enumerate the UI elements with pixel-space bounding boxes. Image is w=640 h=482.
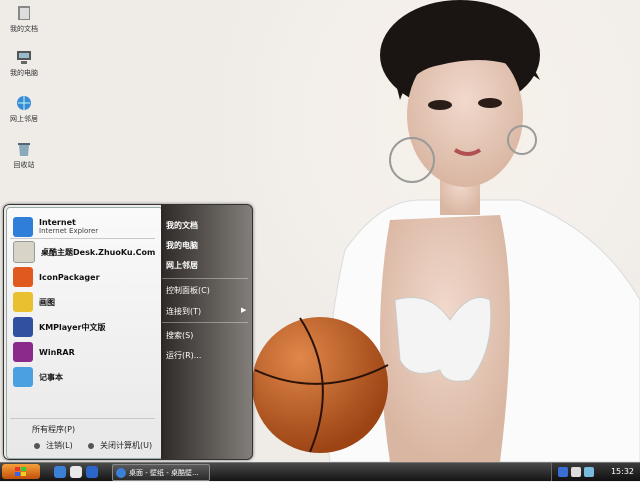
tray-app-icon[interactable] — [584, 467, 594, 477]
program-notepad[interactable]: 记事本 — [13, 366, 63, 388]
quicklaunch-media-icon[interactable] — [86, 466, 98, 478]
ie-icon — [116, 467, 126, 478]
program-paint[interactable]: 画图 — [13, 291, 55, 313]
desktop-icon-label: 我的电脑 — [10, 69, 38, 77]
program-label: IconPackager — [39, 272, 100, 282]
places-run[interactable]: 运行(R)... — [166, 350, 201, 361]
taskbar-window-label: 桌面 - 壁纸 - 桌酷壁... — [129, 468, 199, 477]
zhuoku-icon — [13, 241, 35, 263]
desktop-icon-label: 网上邻居 — [10, 115, 38, 123]
system-tray: 15:32 — [551, 463, 640, 481]
program-internet-explorer[interactable]: Internet Internet Explorer — [13, 216, 98, 238]
network-icon — [15, 94, 33, 112]
places-my-computer[interactable]: 我的电脑 — [166, 240, 198, 251]
places-network[interactable]: 网上邻居 — [166, 260, 198, 271]
folder-documents-icon — [15, 4, 33, 22]
logoff-button[interactable]: 注销(L) — [34, 440, 73, 451]
program-label: 桌酷主题Desk.ZhuoKu.Com — [41, 247, 156, 257]
places-search[interactable]: 搜索(S) — [166, 330, 193, 341]
program-label: Internet — [39, 218, 76, 227]
iconpackager-icon — [13, 267, 33, 287]
submenu-arrow-icon: ▶ — [241, 306, 247, 314]
separator — [10, 418, 155, 419]
winrar-icon — [13, 342, 33, 362]
places-connect-to[interactable]: 连接到(T) — [166, 306, 201, 317]
taskbar-window-button[interactable]: 桌面 - 壁纸 - 桌酷壁... — [112, 464, 210, 481]
places-my-documents[interactable]: 我的文档 — [166, 220, 198, 231]
desktop-icon-label: 回收站 — [13, 161, 35, 169]
windows-logo-icon — [15, 467, 26, 476]
quicklaunch-desktop-icon[interactable] — [70, 466, 82, 478]
power-icon — [88, 442, 94, 449]
program-label: 记事本 — [39, 372, 63, 382]
program-winrar[interactable]: WinRAR — [13, 341, 75, 363]
paint-icon — [13, 292, 33, 312]
program-label: WinRAR — [39, 347, 75, 357]
desktop-icon-recycle-bin[interactable]: 回收站 — [4, 140, 44, 170]
desktop-icon-my-computer[interactable]: 我的电脑 — [4, 48, 44, 78]
program-zhuoku[interactable]: 桌酷主题Desk.ZhuoKu.Com — [13, 241, 155, 263]
clock[interactable]: 15:32 — [611, 467, 634, 476]
separator — [162, 278, 248, 279]
recycle-bin-icon — [15, 140, 33, 158]
program-label: KMPlayer中文版 — [39, 322, 106, 332]
tray-volume-icon[interactable] — [571, 467, 581, 477]
desktop-icon-network[interactable]: 网上邻居 — [4, 94, 44, 124]
all-programs-button[interactable]: 所有程序(P) — [32, 424, 75, 435]
places-control-panel[interactable]: 控制面板(C) — [166, 285, 210, 296]
program-sublabel: Internet Explorer — [39, 227, 99, 235]
notepad-icon — [13, 367, 33, 387]
desktop-icon-label: 我的文档 — [10, 25, 38, 33]
quicklaunch-ie-icon[interactable] — [54, 466, 66, 478]
kmplayer-icon — [13, 317, 33, 337]
program-label: 画图 — [39, 297, 55, 307]
taskbar: 桌面 - 壁纸 - 桌酷壁... 15:32 — [0, 462, 640, 481]
separator — [162, 322, 248, 323]
tray-network-icon[interactable] — [558, 467, 568, 477]
start-button[interactable] — [2, 464, 40, 479]
shutdown-button[interactable]: 关闭计算机(U) — [88, 440, 152, 451]
separator — [10, 238, 155, 239]
program-iconpackager[interactable]: IconPackager — [13, 266, 100, 288]
program-kmplayer[interactable]: KMPlayer中文版 — [13, 316, 106, 338]
ie-icon — [13, 217, 33, 237]
logoff-icon — [34, 442, 40, 449]
shutdown-label: 关闭计算机(U) — [100, 441, 153, 450]
logoff-label: 注销(L) — [46, 441, 73, 450]
computer-icon — [15, 48, 33, 66]
desktop-icon-my-documents[interactable]: 我的文档 — [4, 4, 44, 34]
